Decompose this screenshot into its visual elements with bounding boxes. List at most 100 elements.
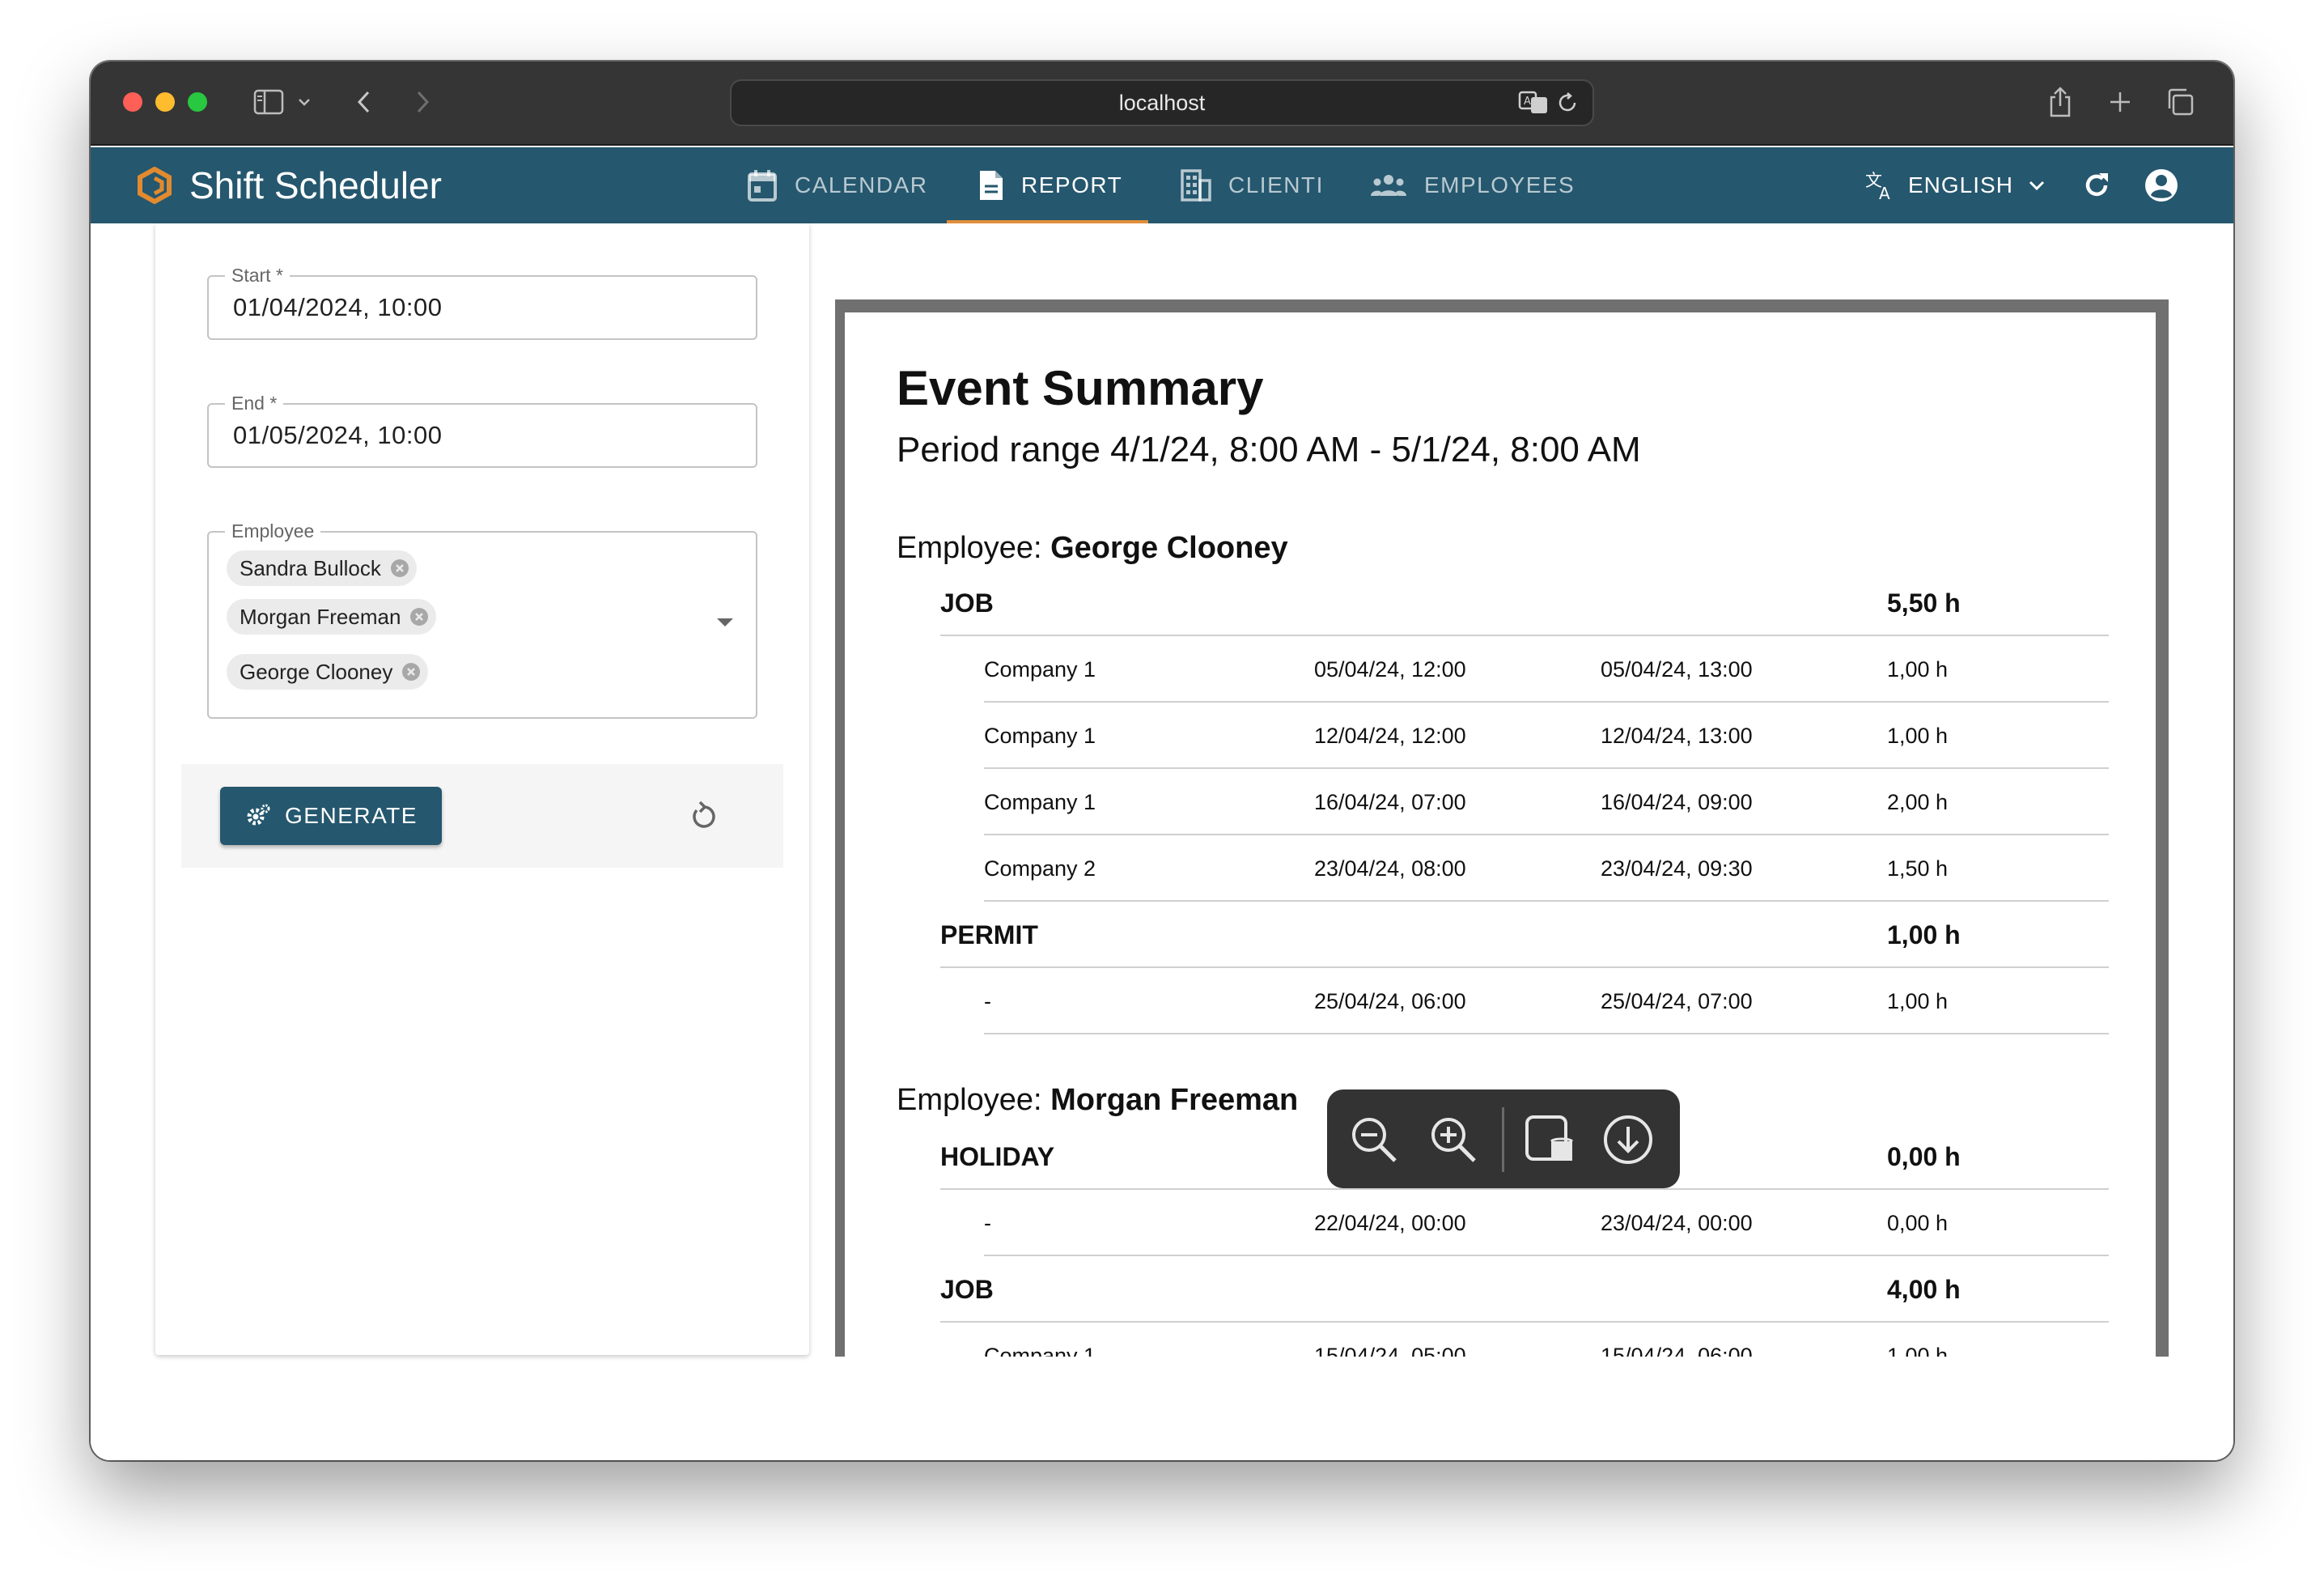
report-period: Period range 4/1/24, 8:00 AM - 5/1/24, 8… [897, 430, 1641, 469]
event-start: 16/04/24, 07:00 [1314, 790, 1466, 814]
language-label: ENGLISH [1908, 172, 2013, 198]
start-datetime-field[interactable]: Start * 01/04/2024, 10:00 [207, 263, 757, 340]
download-button[interactable] [1599, 1111, 1657, 1169]
report-title: Event Summary [897, 361, 1264, 415]
zoom-out-button[interactable] [1345, 1111, 1403, 1169]
account-circle-icon [2145, 169, 2178, 202]
language-selector[interactable]: 文A ENGLISH [1864, 147, 2046, 223]
category-row: PERMIT 1,00 h [940, 902, 2109, 968]
employee-chip: George Clooney [227, 654, 429, 690]
event-start: 22/04/24, 00:00 [1314, 1211, 1466, 1235]
dropdown-arrow-icon[interactable] [717, 618, 733, 626]
report-page: Event Summary Period range 4/1/24, 8:00 … [845, 312, 2156, 1357]
event-end: 23/04/24, 09:30 [1601, 856, 1753, 881]
chevron-down-icon [2029, 181, 2044, 191]
nav-tab-clienti-label: CLIENTI [1228, 172, 1324, 198]
event-start: 15/04/24, 05:00 [1314, 1344, 1466, 1357]
category-row: JOB 5,50 h [940, 570, 2109, 636]
event-end: 15/04/24, 06:00 [1601, 1344, 1753, 1357]
translate-icon[interactable]: A [1518, 89, 1550, 121]
category-total: 5,50 h [1887, 588, 1961, 618]
category-total: 4,00 h [1887, 1275, 1961, 1304]
employee-heading: Employee: George Clooney [897, 528, 1288, 568]
reset-button[interactable] [683, 796, 723, 837]
share-icon[interactable] [2044, 83, 2076, 121]
nav-tab-clienti[interactable]: CLIENTI [1180, 147, 1324, 223]
nav-tab-employees-label: EMPLOYEES [1424, 172, 1575, 198]
event-row: Company 1 05/04/24, 12:00 05/04/24, 13:0… [984, 636, 2109, 703]
category-name: JOB [940, 1275, 994, 1304]
event-hours: 2,00 h [1887, 790, 1949, 814]
category-name: JOB [940, 588, 994, 618]
minimize-window-button[interactable] [155, 92, 175, 112]
new-tab-icon[interactable] [2104, 83, 2136, 121]
category-name: PERMIT [940, 920, 1038, 949]
nav-tab-report[interactable]: REPORT [946, 147, 1149, 223]
main-content: Start * 01/04/2024, 10:00 End * 01/05/20… [91, 223, 2233, 1460]
event-client: Company 1 [984, 657, 1096, 682]
fit-page-icon [1525, 1115, 1574, 1161]
svg-text:A: A [1524, 96, 1531, 108]
account-button[interactable] [2141, 165, 2182, 206]
app-bar: Shift Scheduler CALENDAR REPORT CLIENTI … [91, 147, 2233, 223]
toolbar-divider [1502, 1107, 1504, 1172]
address-bar[interactable]: localhost A [730, 79, 1594, 126]
nav-tab-employees[interactable]: EMPLOYEES [1369, 147, 1575, 223]
category-total: 1,00 h [1887, 920, 1961, 949]
generate-button[interactable]: GENERATE [220, 787, 442, 845]
event-hours: 1,00 h [1887, 724, 1949, 748]
nav-tab-calendar[interactable]: CALENDAR [746, 147, 927, 223]
event-start: 05/04/24, 12:00 [1314, 657, 1466, 682]
event-end: 05/04/24, 13:00 [1601, 657, 1753, 682]
download-icon [1604, 1115, 1652, 1164]
event-client: Company 1 [984, 724, 1096, 748]
tab-overview-icon[interactable] [2162, 83, 2198, 121]
event-hours: 0,00 h [1887, 1211, 1949, 1235]
employee-select[interactable]: Employee Sandra Bullock Morgan Freeman G… [207, 519, 757, 719]
event-client: - [984, 1211, 991, 1235]
report-form-panel: Start * 01/04/2024, 10:00 End * 01/05/20… [155, 223, 809, 1355]
event-row: Company 2 23/04/24, 08:00 23/04/24, 09:3… [984, 835, 2109, 902]
event-client: Company 1 [984, 790, 1096, 814]
chip-label: George Clooney [240, 659, 393, 684]
generate-label: GENERATE [285, 803, 418, 828]
sidebar-toggle-icon[interactable] [249, 83, 288, 121]
zoom-out-icon [1352, 1118, 1397, 1162]
employee-name: Morgan Freeman [1050, 1083, 1299, 1117]
chip-remove-icon[interactable] [401, 661, 422, 682]
event-hours: 1,00 h [1887, 989, 1949, 1013]
building-icon [1181, 169, 1211, 202]
back-icon[interactable] [348, 83, 380, 121]
employee-heading: Employee: Morgan Freeman [897, 1080, 1298, 1120]
reload-page-icon[interactable] [1555, 91, 1580, 119]
app-title: Shift Scheduler [189, 164, 442, 206]
employee-chip: Sandra Bullock [227, 550, 417, 586]
settings-gear-icon [247, 804, 270, 826]
app-logo-icon [136, 166, 173, 205]
refresh-button[interactable] [2076, 165, 2117, 206]
chip-remove-icon[interactable] [409, 606, 430, 627]
chevron-down-icon[interactable] [293, 83, 316, 121]
employee-chip: Morgan Freeman [227, 599, 437, 635]
category-row: JOB 4,00 h [940, 1256, 2109, 1323]
svg-text:A: A [1879, 184, 1891, 202]
end-value: 01/05/2024, 10:00 [233, 421, 443, 449]
calendar-icon [748, 170, 777, 202]
event-row: - 22/04/24, 00:00 23/04/24, 00:00 0,00 h [984, 1190, 2109, 1256]
end-datetime-field[interactable]: End * 01/05/2024, 10:00 [207, 391, 757, 468]
event-row: Company 1 15/04/24, 05:00 15/04/24, 06:0… [984, 1323, 2109, 1357]
forward-icon[interactable] [406, 83, 439, 121]
zoom-in-button[interactable] [1424, 1111, 1482, 1169]
zoom-window-button[interactable] [188, 92, 207, 112]
event-row: Company 1 16/04/24, 07:00 16/04/24, 09:0… [984, 769, 2109, 835]
pdf-viewer[interactable]: Event Summary Period range 4/1/24, 8:00 … [835, 299, 2169, 1357]
browser-toolbar: localhost A [91, 62, 2233, 146]
close-window-button[interactable] [123, 92, 142, 112]
chip-label: Sandra Bullock [240, 555, 381, 580]
chip-remove-icon[interactable] [389, 558, 410, 579]
event-client: Company 1 [984, 1344, 1096, 1357]
url-text: localhost [1118, 91, 1206, 115]
fit-page-button[interactable] [1521, 1111, 1580, 1169]
translate-icon: 文A [1865, 171, 1891, 202]
event-end: 12/04/24, 13:00 [1601, 724, 1753, 748]
